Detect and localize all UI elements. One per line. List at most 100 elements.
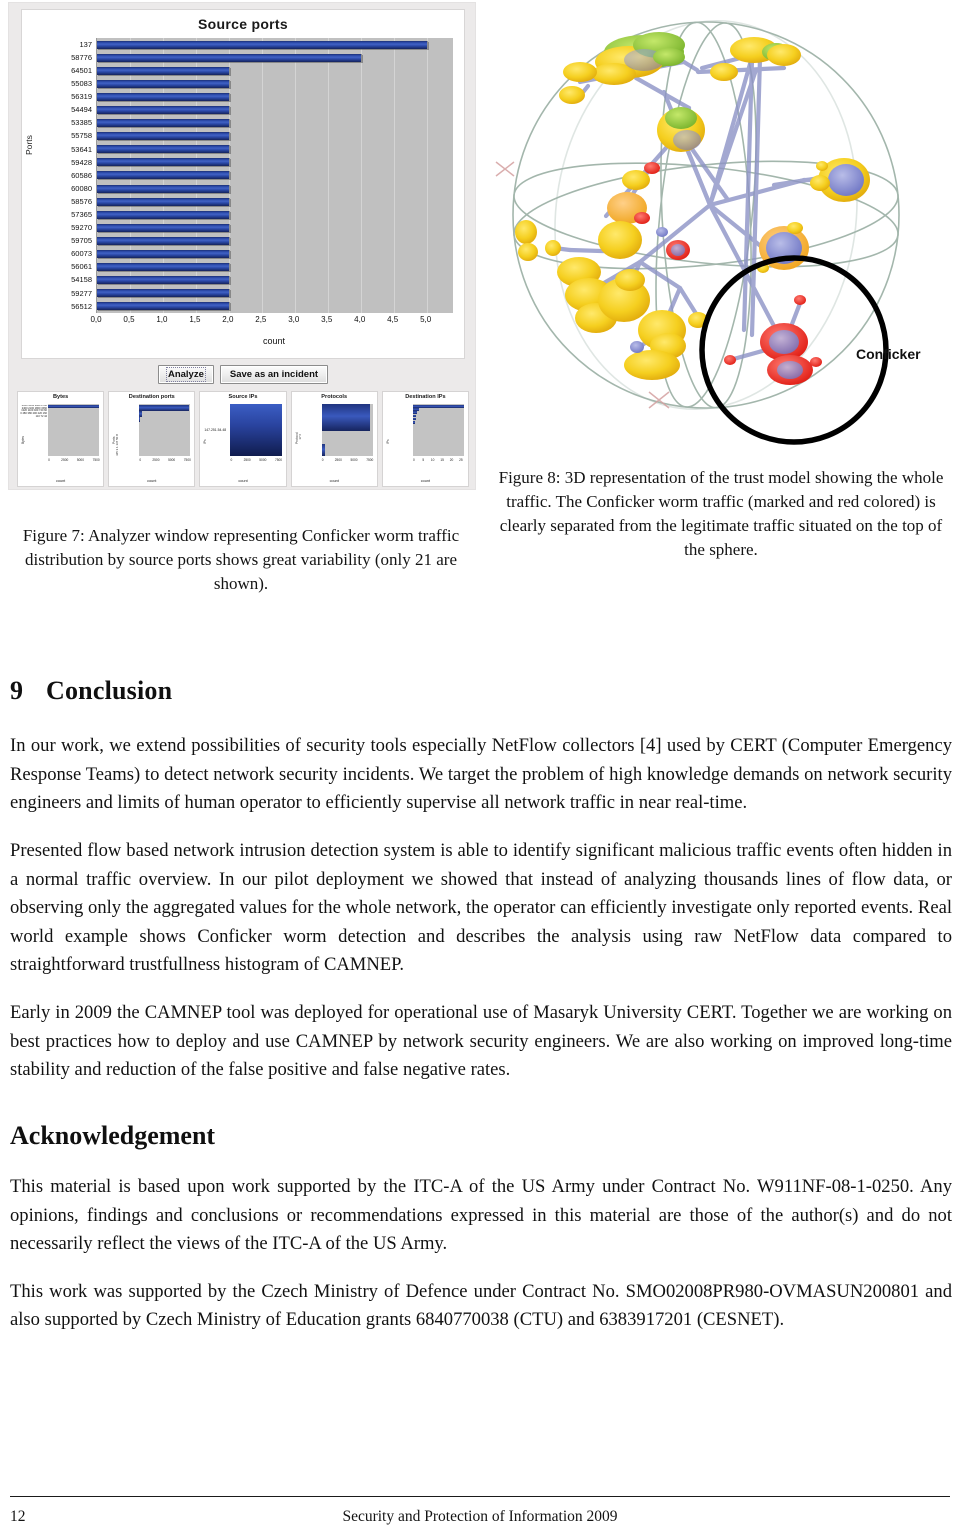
chart-y-axis-label: Ports	[24, 135, 34, 155]
chart-bar-row[interactable]	[97, 130, 453, 143]
conclusion-section-number: 9	[10, 676, 24, 705]
chart-bar-row[interactable]	[97, 64, 453, 77]
chart-bar-row[interactable]	[97, 182, 453, 195]
mini-chart-plot	[48, 404, 100, 456]
chart-y-tick-labels: 137 58776 64501 55083 56319 54494 53385 55758 53…	[42, 38, 94, 313]
chart-y-tick: 137	[79, 39, 92, 49]
chart-bar[interactable]	[97, 53, 362, 62]
chart-bar-row[interactable]	[97, 248, 453, 261]
mini-chart-x-label: count	[55, 479, 66, 483]
mini-chart-x-tick: 20	[449, 458, 454, 462]
mini-chart-x-tick: 0	[412, 458, 415, 462]
chart-bar[interactable]	[97, 158, 230, 167]
mini-chart-bar	[412, 417, 416, 421]
chart-bar-row[interactable]	[97, 300, 453, 313]
mini-chart-x-tick: 5	[422, 458, 425, 462]
mini-chart-bar	[412, 408, 419, 411]
mini-chart-x-tick: 0	[48, 458, 50, 462]
chart-bar-row[interactable]	[97, 117, 453, 130]
save-as-incident-button[interactable]: Save as an incident	[219, 365, 329, 384]
chart-bar-row[interactable]	[97, 221, 453, 234]
chart-bar[interactable]	[97, 236, 230, 245]
mini-chart-x-ticks: 0 2500 5000 7500	[139, 458, 191, 466]
chart-bar[interactable]	[97, 276, 230, 285]
mini-chart-bar	[412, 414, 417, 418]
chart-bar-row[interactable]	[97, 287, 453, 300]
mini-chart-x-tick: 2500	[152, 458, 160, 462]
mini-chart-bar	[139, 416, 141, 422]
chart-bar[interactable]	[97, 184, 230, 193]
chart-bar[interactable]	[97, 223, 230, 232]
mini-chart-plot	[321, 404, 373, 456]
chart-x-tick: 2,0	[222, 315, 234, 324]
chart-bar-row[interactable]	[97, 156, 453, 169]
chart-y-tick: 60073	[71, 249, 92, 259]
chart-bar[interactable]	[97, 302, 230, 311]
mini-chart[interactable]: ProtocolsProtocol17 60250050007500count	[290, 391, 378, 487]
mini-chart-x-tick: 2500	[61, 458, 69, 462]
chart-y-tick: 64501	[71, 65, 92, 75]
chart-bar[interactable]	[97, 106, 230, 115]
chart-bar[interactable]	[97, 92, 230, 101]
figure7-caption: Figure 7: Analyzer window representing C…	[22, 526, 460, 594]
chart-x-tick: 2,5	[255, 315, 267, 324]
chart-y-tick: 56319	[71, 92, 92, 102]
mini-chart-y-label: Protocol	[294, 432, 299, 444]
mini-chart-x-tick: 0	[139, 458, 142, 462]
chart-bar[interactable]	[97, 289, 230, 298]
chart-bar-row[interactable]	[97, 195, 453, 208]
chart-bar-row[interactable]	[97, 77, 453, 90]
conclusion-heading: 9 Conclusion	[10, 676, 952, 706]
mini-chart-plot	[139, 404, 191, 456]
mini-chart-x-ticks: 0 2500 5000 7500	[48, 458, 100, 466]
chart-bar-row[interactable]	[97, 38, 453, 51]
chart-bar-row[interactable]	[97, 143, 453, 156]
chart-bar-row[interactable]	[97, 103, 453, 116]
mini-chart-plot	[412, 404, 465, 456]
chart-x-tick: 4,5	[387, 315, 399, 324]
mini-chart-x-tick: 7500	[92, 458, 100, 462]
chart-title: Source ports	[198, 16, 288, 32]
mini-chart-title: Protocols	[321, 394, 348, 400]
conclusion-paragraph-1: In our work, we extend possibilities of …	[10, 735, 952, 814]
chart-y-tick: 57365	[71, 210, 92, 220]
mini-chart[interactable]: Bytes Bytes 4050 3564 3080 2700 2400 2100 …	[17, 391, 105, 487]
chart-bar[interactable]	[97, 40, 428, 49]
chart-bar-row[interactable]	[97, 169, 453, 182]
chart-x-tick: 3,0	[288, 315, 300, 324]
analyzer-window: Source ports Ports 137 58776 64501 55083 563…	[8, 2, 476, 490]
chart-bar[interactable]	[97, 263, 230, 272]
mini-chart[interactable]: Source IPs IPs 147.251.54.48 0 2500 5000 7500 c…	[199, 391, 287, 487]
mini-chart[interactable]: Destination IPs IPs 0 5 10 15 20 25 count	[381, 391, 470, 487]
mini-chart-x-tick: 15	[440, 458, 444, 462]
chart-bar[interactable]	[97, 145, 230, 154]
chart-bar[interactable]	[97, 119, 230, 128]
chart-bar-row[interactable]	[97, 51, 453, 64]
chart-bar[interactable]	[97, 250, 230, 259]
conclusion-heading-text: Conclusion	[46, 676, 173, 705]
chart-bar[interactable]	[97, 197, 230, 206]
chart-bar-row[interactable]	[97, 208, 453, 221]
chart-y-tick: 60080	[71, 183, 92, 193]
chart-bar[interactable]	[97, 79, 230, 88]
chart-bar[interactable]	[97, 171, 230, 180]
source-ports-chart-panel: Source ports Ports 137 58776 64501 55083 563…	[21, 9, 465, 359]
analyze-button-label: Analyze	[165, 367, 206, 382]
document-content: 9 Conclusion In our work, we extend possi…	[10, 676, 952, 1354]
analyze-button[interactable]: Analyze	[157, 365, 214, 384]
chart-bar[interactable]	[97, 132, 230, 141]
chart-bar-row[interactable]	[97, 261, 453, 274]
mini-chart-x-tick: 0	[321, 458, 324, 462]
chart-bar-row[interactable]	[97, 234, 453, 247]
acknowledgement-paragraph-2: This work was supported by the Czech Min…	[10, 1280, 952, 1331]
mini-chart-bar	[412, 405, 465, 408]
chart-x-tick: 5,0	[420, 315, 432, 324]
mini-chart[interactable]: Destination portsPorts445 3 1 137 50 800…	[108, 391, 196, 487]
chart-bar-row[interactable]	[97, 90, 453, 103]
conficker-annotation-label: Conficker	[856, 346, 921, 362]
chart-bar[interactable]	[97, 210, 230, 219]
chart-y-tick: 55758	[71, 131, 92, 141]
chart-bar[interactable]	[97, 66, 230, 75]
chart-bar-row[interactable]	[97, 274, 453, 287]
conclusion-paragraph-3: Early in 2009 the CAMNEP tool was deploy…	[10, 1002, 952, 1081]
